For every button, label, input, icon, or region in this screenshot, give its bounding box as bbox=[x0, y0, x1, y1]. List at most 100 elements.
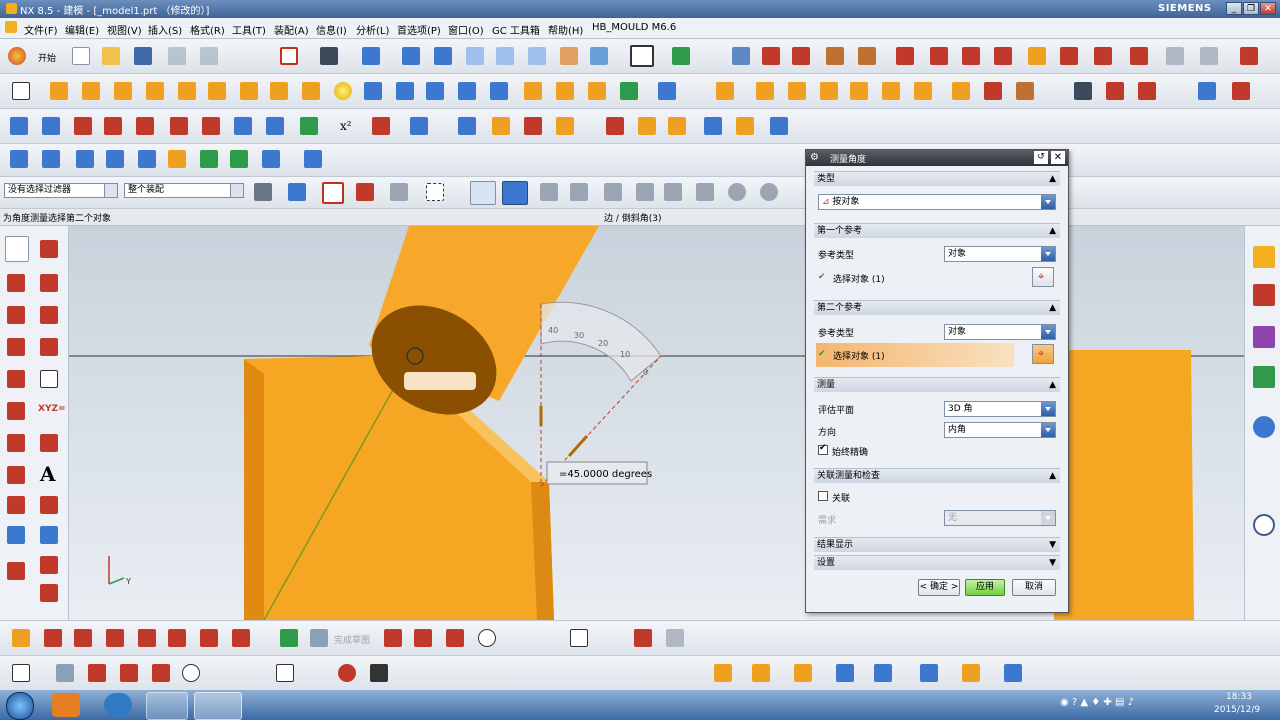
snap-center-icon[interactable] bbox=[728, 183, 746, 201]
plane-select[interactable]: 3D 角 bbox=[944, 401, 1056, 417]
finish-icon[interactable] bbox=[56, 664, 74, 682]
section-view-icon[interactable] bbox=[590, 47, 608, 65]
offset-tool-icon[interactable] bbox=[7, 466, 25, 484]
tube-icon[interactable] bbox=[426, 82, 444, 100]
sew-icon[interactable] bbox=[620, 82, 638, 100]
intersect-curve-icon[interactable] bbox=[136, 117, 154, 135]
apply-button[interactable]: 应用 bbox=[965, 579, 1005, 596]
edge-blend-icon[interactable] bbox=[716, 82, 734, 100]
offset-face-icon[interactable] bbox=[820, 82, 838, 100]
menu-tools[interactable]: 工具(T) bbox=[232, 22, 266, 37]
ref2-select-label[interactable]: 选择对象 (1) bbox=[833, 349, 885, 362]
menu-preferences[interactable]: 首选项(P) bbox=[397, 22, 441, 37]
point-set-icon[interactable] bbox=[524, 117, 542, 135]
assembly-filter-icon[interactable] bbox=[254, 183, 272, 201]
dimension-icon[interactable] bbox=[40, 526, 58, 544]
select-all-icon[interactable] bbox=[288, 183, 306, 201]
snap-mid-icon[interactable] bbox=[570, 183, 588, 201]
menu-format[interactable]: 格式(R) bbox=[190, 22, 225, 37]
complete-sketch-label[interactable]: 完成草图 bbox=[334, 633, 370, 646]
right-cylinder[interactable] bbox=[1054, 350, 1194, 620]
wireframe-select-icon[interactable] bbox=[470, 181, 496, 205]
block-bottom-icon[interactable] bbox=[836, 664, 854, 682]
tools-icon[interactable] bbox=[1016, 82, 1034, 100]
arc-bottom-icon[interactable] bbox=[446, 629, 464, 647]
offset-curve-icon[interactable] bbox=[10, 117, 28, 135]
snap-point-icon[interactable] bbox=[322, 182, 344, 204]
nx-taskbar-icon[interactable] bbox=[194, 692, 242, 720]
pad-icon[interactable] bbox=[208, 82, 226, 100]
wcs-xc-icon[interactable] bbox=[962, 47, 980, 65]
pocket-icon[interactable] bbox=[178, 82, 196, 100]
pattern-icon[interactable] bbox=[556, 82, 574, 100]
save-icon[interactable] bbox=[134, 47, 152, 65]
extrude-icon[interactable] bbox=[50, 82, 68, 100]
datum-axis-icon[interactable] bbox=[458, 117, 476, 135]
wcs-icon[interactable] bbox=[792, 47, 810, 65]
subtract-icon[interactable] bbox=[984, 82, 1002, 100]
snap-end-icon[interactable] bbox=[540, 183, 558, 201]
cut-icon[interactable] bbox=[168, 47, 186, 65]
curve-analysis-icon[interactable] bbox=[1232, 82, 1250, 100]
spline-icon[interactable] bbox=[266, 117, 284, 135]
wcs-origin-icon[interactable] bbox=[896, 47, 914, 65]
offset-surface-icon[interactable] bbox=[262, 150, 280, 168]
rectangle-select-icon[interactable] bbox=[426, 183, 444, 201]
curve-tool-icon[interactable] bbox=[7, 562, 25, 580]
circle-bottom2-icon[interactable] bbox=[182, 664, 200, 682]
draft-icon[interactable] bbox=[788, 82, 806, 100]
arc-bottom2-icon[interactable] bbox=[152, 664, 170, 682]
arc-tool-icon[interactable] bbox=[7, 274, 25, 292]
line-tool-icon[interactable] bbox=[40, 240, 58, 258]
wireframe-view-icon[interactable] bbox=[466, 47, 484, 65]
mirror-tool-icon[interactable] bbox=[7, 496, 25, 514]
table-icon[interactable] bbox=[732, 47, 750, 65]
quick-trim-icon[interactable] bbox=[40, 434, 58, 452]
sketch-options-icon[interactable] bbox=[280, 629, 298, 647]
minimize-icon[interactable]: _ bbox=[1226, 2, 1242, 15]
transform-icon[interactable] bbox=[1130, 47, 1148, 65]
groove-icon[interactable] bbox=[270, 82, 288, 100]
menu-file[interactable]: 文件(F) bbox=[24, 22, 58, 37]
profile-bottom-icon[interactable] bbox=[88, 664, 106, 682]
new-sketch-icon[interactable] bbox=[12, 664, 30, 682]
curve-icon[interactable] bbox=[1074, 82, 1092, 100]
ref2-crosshair-button[interactable]: ⌖ bbox=[1032, 344, 1054, 364]
web-browser-icon[interactable] bbox=[1253, 416, 1275, 438]
bridge-curve-icon[interactable] bbox=[74, 117, 92, 135]
wcs-orient-icon[interactable] bbox=[858, 47, 876, 65]
menu-assembly[interactable]: 装配(A) bbox=[274, 22, 309, 37]
new-file-icon[interactable] bbox=[72, 47, 90, 65]
spline-tool-icon[interactable] bbox=[7, 434, 25, 452]
filter-dropdown[interactable]: 没有选择过滤器 bbox=[4, 183, 118, 198]
start-label[interactable]: 开始 bbox=[38, 51, 56, 64]
block-icon[interactable] bbox=[302, 82, 320, 100]
rectangle-bottom-icon[interactable] bbox=[570, 629, 588, 647]
sketch-task-icon[interactable] bbox=[12, 629, 30, 647]
measure-section[interactable]: 测量 ▲ bbox=[814, 377, 1060, 392]
snap-control-icon[interactable] bbox=[604, 183, 622, 201]
profile-icon[interactable] bbox=[5, 236, 29, 262]
split-body-icon[interactable] bbox=[952, 82, 970, 100]
text-curve-icon[interactable] bbox=[234, 117, 252, 135]
corner-icon[interactable] bbox=[138, 629, 156, 647]
type-select[interactable]: ⊿ 按对象 bbox=[818, 194, 1056, 210]
menu-analysis[interactable]: 分析(L) bbox=[356, 22, 389, 37]
view-cube-icon[interactable] bbox=[362, 47, 380, 65]
rotate-icon[interactable] bbox=[356, 183, 374, 201]
scope-dropdown[interactable]: 整个装配 bbox=[124, 183, 244, 198]
wrap-curve-icon[interactable] bbox=[170, 117, 188, 135]
menu-help[interactable]: 帮助(H) bbox=[548, 22, 583, 37]
ref1-type-select[interactable]: 对象 bbox=[944, 246, 1056, 262]
ref2-section[interactable]: 第二个参考 ▲ bbox=[814, 300, 1060, 315]
result-section[interactable]: 结果显示 ▼ bbox=[814, 537, 1060, 552]
revolve-icon[interactable] bbox=[82, 82, 100, 100]
wcs-save-icon[interactable] bbox=[930, 47, 948, 65]
shape-tool-icon[interactable] bbox=[40, 496, 58, 514]
trim-body-icon[interactable] bbox=[588, 82, 606, 100]
thread-icon[interactable] bbox=[524, 82, 542, 100]
slot-icon[interactable] bbox=[240, 82, 258, 100]
circle-tool-icon[interactable] bbox=[40, 274, 58, 292]
front-view-icon[interactable] bbox=[402, 47, 420, 65]
sketch-icon[interactable] bbox=[12, 82, 30, 100]
